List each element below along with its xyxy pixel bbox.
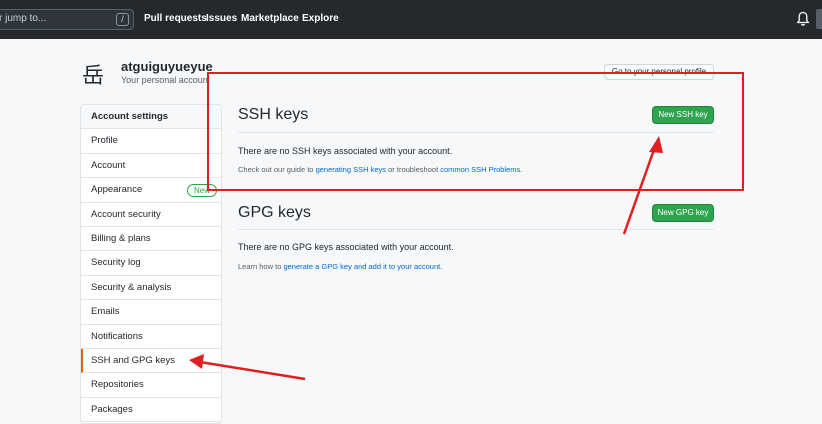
sidebar-item-appearance[interactable]: Appearance New — [81, 178, 221, 203]
settings-sidebar: Account settings Profile Account Appeara… — [80, 104, 222, 424]
sidebar-item-label: Billing & plans — [91, 232, 151, 244]
sidebar-item-label: Security log — [91, 257, 141, 269]
username[interactable]: atguiguyueyue — [121, 59, 213, 74]
search-input[interactable]: r jump to... / — [0, 9, 134, 30]
new-gpg-key-button[interactable]: New GPG key — [652, 204, 714, 222]
sidebar-item-label: Repositories — [91, 379, 144, 391]
gpg-help-note: Learn how to generate a GPG key and add … — [238, 262, 442, 271]
sidebar-item-label: Emails — [91, 306, 120, 318]
gpg-keys-title: GPG keys — [238, 204, 311, 221]
sidebar-item-security-analysis[interactable]: Security & analysis — [81, 276, 221, 301]
gpg-empty-message: There are no GPG keys associated with yo… — [238, 242, 454, 252]
nav-pull-requests[interactable]: Pull requests — [144, 13, 207, 24]
sidebar-item-label: Security & analysis — [91, 281, 172, 293]
sidebar-item-label: Account security — [91, 208, 161, 220]
nav-explore[interactable]: Explore — [302, 13, 339, 24]
sidebar-item-packages[interactable]: Packages — [81, 398, 221, 423]
sidebar-item-label: SSH and GPG keys — [91, 354, 175, 366]
sidebar-item-ssh-gpg-keys[interactable]: SSH and GPG keys — [81, 348, 221, 374]
nav-issues[interactable]: Issues — [206, 13, 237, 24]
gpg-note-prefix: Learn how to — [238, 262, 284, 271]
sidebar-item-billing[interactable]: Billing & plans — [81, 227, 221, 252]
avatar-menu-edge[interactable] — [816, 9, 822, 29]
search-placeholder: r jump to... — [0, 13, 47, 24]
sidebar-item-label: Packages — [91, 403, 133, 415]
sidebar-item-account-security[interactable]: Account security — [81, 203, 221, 227]
annotation-highlight-box — [207, 72, 744, 191]
sidebar-item-profile[interactable]: Profile — [81, 129, 221, 154]
sidebar-item-label: Account — [91, 159, 126, 171]
sidebar-item-security-log[interactable]: Security log — [81, 251, 221, 276]
nav-marketplace[interactable]: Marketplace — [241, 13, 299, 24]
sidebar-item-label: Appearance — [91, 184, 143, 196]
user-subtitle: Your personal accoun — [121, 75, 208, 85]
gpg-divider — [238, 229, 714, 230]
sidebar-item-account[interactable]: Account — [81, 154, 221, 179]
avatar[interactable]: 岳 — [82, 58, 104, 90]
sidebar-item-emails[interactable]: Emails — [81, 300, 221, 325]
sidebar-item-repositories[interactable]: Repositories — [81, 373, 221, 398]
slash-shortcut-icon: / — [116, 13, 129, 26]
sidebar-item-notifications[interactable]: Notifications — [81, 325, 221, 349]
sidebar-heading: Account settings — [81, 105, 221, 130]
gpg-note-suffix: . — [440, 262, 443, 271]
generate-gpg-key-link[interactable]: generate a GPG key and add it to your ac… — [283, 262, 440, 271]
sidebar-item-label: Notifications — [91, 330, 143, 342]
top-navigation-bar: r jump to... / Pull requests Issues Mark… — [0, 0, 822, 39]
sidebar-item-label: Profile — [91, 135, 118, 147]
bell-icon[interactable] — [796, 11, 810, 27]
